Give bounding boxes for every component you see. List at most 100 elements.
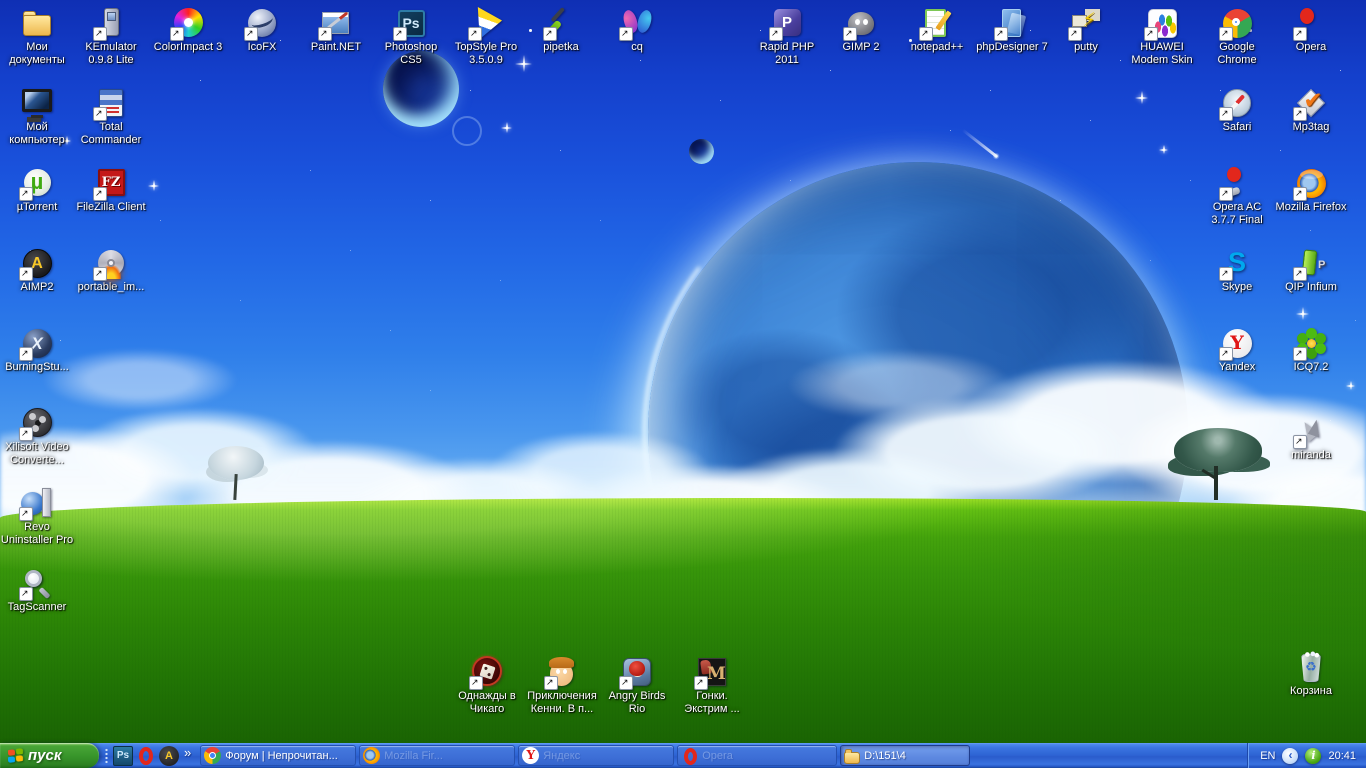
shortcut-arrow-icon [843, 27, 857, 41]
desktop-icon-topstyle[interactable]: TopStyle Pro 3.5.0.9 [449, 6, 523, 67]
desktop-icon-icq[interactable]: ICQ7.2 [1274, 326, 1348, 374]
desktop-icon-chicago[interactable]: Однажды в Чикаго [450, 655, 524, 716]
desktop-icon-label: HUAWEI Modem Skin [1125, 41, 1199, 67]
desktop-icon-xilisoft[interactable]: Xilisoft Video Converte... [0, 406, 74, 467]
icofx-icon [244, 6, 280, 40]
desktop-icon-tagscanner[interactable]: TagScanner [0, 566, 74, 614]
racing-icon [694, 655, 730, 689]
desktop-icon-my-documents[interactable]: Мои документы [0, 6, 74, 67]
quicklaunch-photoshop-icon[interactable]: Ps [113, 746, 133, 766]
taskbar-button-chrome[interactable]: Форум | Непрочитан... [200, 745, 356, 766]
desktop-icon-label: AIMP2 [0, 281, 74, 294]
taskbar-button-firefox[interactable]: Mozilla Fir... [359, 745, 515, 766]
desktop-icon-label: miranda [1274, 449, 1348, 462]
shortcut-arrow-icon [318, 27, 332, 41]
quick-launch-bar: Ps A » [99, 743, 196, 768]
taskbar-button-folder[interactable]: D:\151\4 [840, 745, 970, 766]
taskbar-button-label: Mozilla Fir... [384, 750, 449, 762]
quicklaunch-opera-icon[interactable] [136, 746, 156, 766]
desktop-icon-firefox-desk[interactable]: Mozilla Firefox [1274, 166, 1348, 214]
desktop-icon-colorimpact[interactable]: ColorImpact 3 [151, 6, 225, 54]
desktop-icon-recycle[interactable]: Корзина [1274, 650, 1348, 698]
desktop-icon-mycomputer[interactable]: Мой компьютер [0, 86, 74, 147]
desktop-icon-label: µTorrent [0, 201, 74, 214]
desktop-icon-chrome[interactable]: Google Chrome [1200, 6, 1274, 67]
taskbar-button-yandex[interactable]: Яндекс [518, 745, 674, 766]
desktop-icon-utorrent[interactable]: µTorrent [0, 166, 74, 214]
desktop-icon-label: Yandex [1200, 361, 1274, 374]
quicklaunch-aimp-icon[interactable]: A [159, 746, 179, 766]
shortcut-arrow-icon [93, 107, 107, 121]
desktop-icon-totalcmd[interactable]: Total Commander [74, 86, 148, 147]
skype-icon [1219, 246, 1255, 280]
desktop-icon-label: Корзина [1274, 685, 1348, 698]
safari-icon [1219, 86, 1255, 120]
desktop-icon-label: QIP Infium [1274, 281, 1348, 294]
desktop-icon-rapidphp[interactable]: Rapid PHP 2011 [750, 6, 824, 67]
phpdesigner-icon [994, 6, 1030, 40]
desktop-icon-label: Приключения Кенни. В п... [525, 690, 599, 716]
desktop-icon-racing[interactable]: Гонки. Экстрим ... [675, 655, 749, 716]
desktop-icon-label: Angry Birds Rio [600, 690, 674, 716]
desktop-icon-angrybirds[interactable]: Angry Birds Rio [600, 655, 674, 716]
desktop-icon-label: Safari [1200, 121, 1274, 134]
desktop-icon-revo[interactable]: Revo Uninstaller Pro [0, 486, 74, 547]
desktop-icon-kemulator[interactable]: KEmulator 0.9.8 Lite [74, 6, 148, 67]
shortcut-arrow-icon [19, 427, 33, 441]
shortcut-arrow-icon [1219, 27, 1233, 41]
desktop-icon-burning[interactable]: BurningStu... [0, 326, 74, 374]
desktop-icon-label: Однажды в Чикаго [450, 690, 524, 716]
desktop-icon-phpdesigner[interactable]: phpDesigner 7 [975, 6, 1049, 54]
desktop-icon-photoshop[interactable]: Photoshop CS5 [374, 6, 448, 67]
task-buttons: Форум | Непрочитан... Mozilla Fir... Яндек… [196, 743, 1247, 768]
desktop-icon-pipetka[interactable]: pipetka [524, 6, 598, 54]
desktop-icon-filezilla[interactable]: FileZilla Client [74, 166, 148, 214]
shortcut-arrow-icon [1293, 187, 1307, 201]
desktop-icon-label: ICQ7.2 [1274, 361, 1348, 374]
desktop-icon-yandex-desk[interactable]: Yandex [1200, 326, 1274, 374]
desktop-icon-label: Opera [1274, 41, 1348, 54]
yandex-desk-icon [1219, 326, 1255, 360]
shortcut-arrow-icon [93, 267, 107, 281]
desktop-icon-qip[interactable]: QIP Infium [1274, 246, 1348, 294]
mycomputer-icon [19, 86, 55, 120]
desktop-icon-miranda[interactable]: miranda [1274, 414, 1348, 462]
desktop-icon-safari[interactable]: Safari [1200, 86, 1274, 134]
desktop-icon-aimp2[interactable]: AIMP2 [0, 246, 74, 294]
quick-launch-overflow-chevron[interactable]: » [184, 743, 191, 763]
totalcmd-icon [93, 86, 129, 120]
start-button[interactable]: пуск [0, 743, 99, 768]
start-button-label: пуск [28, 747, 61, 764]
huawei-icon [1144, 6, 1180, 40]
desktop-icon-notepadpp[interactable]: notepad++ [900, 6, 974, 54]
language-indicator[interactable]: EN [1260, 750, 1275, 762]
desktop-icon-operaac[interactable]: Opera AC 3.7.7 Final [1200, 166, 1274, 227]
desktop-icon-opera-desk[interactable]: Opera [1274, 6, 1348, 54]
desktop-icon-gimp[interactable]: GIMP 2 [824, 6, 898, 54]
desktop-icon-cq[interactable]: cq [600, 6, 674, 54]
toolbar-drag-handle-icon[interactable] [105, 748, 108, 764]
desktop-icon-label: Xilisoft Video Converte... [0, 441, 74, 467]
desktop-icon-label: Mp3tag [1274, 121, 1348, 134]
desktop-icon-putty[interactable]: putty [1049, 6, 1123, 54]
taskbar-button-label: Яндекс [543, 750, 586, 762]
taskbar-button-opera[interactable]: Opera [677, 745, 837, 766]
desktop-icon-label: Mozilla Firefox [1274, 201, 1348, 214]
desktop-icon-portableim[interactable]: portable_im... [74, 246, 148, 294]
desktop-icon-icofx[interactable]: IcoFX [225, 6, 299, 54]
paintnet-icon [318, 6, 354, 40]
firefox-desk-icon [1293, 166, 1329, 200]
desktop-icon-skype[interactable]: Skype [1200, 246, 1274, 294]
shortcut-arrow-icon [619, 27, 633, 41]
desktop-icon-label: phpDesigner 7 [975, 41, 1049, 54]
chrome-icon [1219, 6, 1255, 40]
desktop-icon-huawei[interactable]: HUAWEI Modem Skin [1125, 6, 1199, 67]
desktop-icon-label: TopStyle Pro 3.5.0.9 [449, 41, 523, 67]
desktop-icon-kenny[interactable]: Приключения Кенни. В п... [525, 655, 599, 716]
tray-info-icon[interactable] [1305, 748, 1321, 764]
hide-inactive-icons-button[interactable] [1282, 748, 1298, 764]
rapidphp-icon [769, 6, 805, 40]
desktop-icon-paintnet[interactable]: Paint.NET [299, 6, 373, 54]
desktop-icon-mp3tag[interactable]: Mp3tag [1274, 86, 1348, 134]
shortcut-arrow-icon [543, 27, 557, 41]
